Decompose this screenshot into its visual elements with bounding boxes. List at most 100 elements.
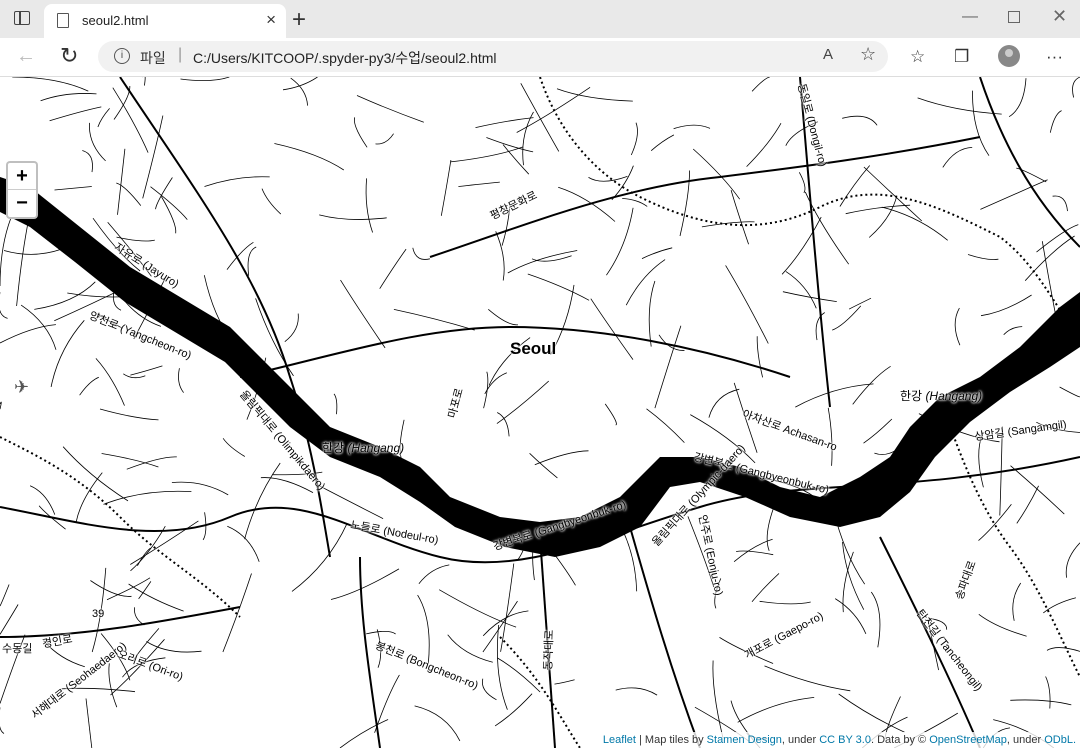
minor-road bbox=[751, 77, 770, 92]
close-window-button[interactable]: ✕ bbox=[1052, 6, 1067, 27]
back-arrow-icon[interactable]: ← bbox=[16, 45, 36, 68]
stamen-link[interactable]: Stamen Design bbox=[707, 734, 782, 746]
minor-road bbox=[1003, 326, 1023, 335]
minor-road bbox=[766, 505, 775, 551]
minor-road bbox=[795, 383, 874, 408]
minor-road bbox=[692, 148, 741, 200]
major-road bbox=[979, 77, 1080, 248]
minor-road bbox=[50, 320, 85, 387]
info-icon[interactable]: i bbox=[114, 48, 130, 64]
minor-road bbox=[972, 90, 990, 156]
minor-road bbox=[832, 305, 862, 331]
minor-road bbox=[85, 698, 93, 748]
odbl-link[interactable]: ODbL. bbox=[1044, 734, 1076, 746]
address-scheme: 파일 bbox=[140, 50, 166, 66]
minor-road bbox=[839, 165, 871, 207]
minor-road bbox=[1045, 676, 1051, 709]
tab-close-button[interactable]: × bbox=[266, 10, 276, 30]
minor-road bbox=[365, 178, 373, 233]
osm-link[interactable]: OpenStreetMap bbox=[929, 734, 1007, 746]
minor-road bbox=[482, 600, 518, 653]
minor-road bbox=[108, 663, 118, 708]
minor-road bbox=[284, 313, 299, 343]
minor-road bbox=[481, 678, 497, 701]
minor-road bbox=[1065, 542, 1080, 578]
minor-road bbox=[534, 450, 589, 466]
minor-road bbox=[733, 538, 773, 563]
browser-tab[interactable]: seoul2.html × bbox=[44, 4, 286, 38]
collections-icon[interactable]: ❐ bbox=[954, 47, 969, 67]
minor-road bbox=[625, 259, 666, 306]
minor-road bbox=[450, 146, 524, 163]
add-favorite-icon[interactable]: ☆ bbox=[860, 44, 876, 65]
refresh-icon[interactable]: ↻ bbox=[60, 43, 78, 69]
minor-road bbox=[531, 255, 572, 262]
minor-road bbox=[1072, 77, 1080, 98]
minimize-button[interactable]: — bbox=[962, 8, 978, 26]
minor-road bbox=[527, 273, 590, 301]
minor-road bbox=[1016, 485, 1039, 524]
minor-road bbox=[1046, 647, 1080, 652]
han-river bbox=[0, 177, 1080, 557]
favorites-icon[interactable]: ☆ bbox=[910, 47, 925, 67]
minor-road bbox=[736, 550, 774, 556]
minor-road bbox=[475, 117, 534, 128]
zoom-in-button[interactable]: + bbox=[8, 163, 36, 190]
minor-road bbox=[842, 551, 854, 613]
minor-road bbox=[222, 438, 246, 457]
minor-road bbox=[274, 143, 345, 171]
minor-road bbox=[3, 248, 62, 255]
minor-road bbox=[130, 526, 166, 572]
profile-avatar[interactable] bbox=[998, 45, 1020, 67]
minor-road bbox=[650, 134, 675, 152]
ccby-link[interactable]: CC BY 3.0 bbox=[819, 734, 871, 746]
attribution-text: , under bbox=[1006, 734, 1045, 746]
minor-road bbox=[40, 93, 97, 102]
minor-road bbox=[375, 133, 394, 145]
minor-road bbox=[247, 246, 257, 276]
minor-road bbox=[126, 456, 177, 470]
minor-road bbox=[412, 247, 430, 260]
more-menu-icon[interactable]: ··· bbox=[1046, 47, 1063, 67]
minor-road bbox=[418, 564, 450, 585]
address-url[interactable]: C:/Users/KITCOOP/.spyder-py3/수업/seoul2.h… bbox=[193, 48, 497, 68]
minor-road bbox=[150, 186, 188, 220]
leaflet-link[interactable]: Leaflet bbox=[603, 734, 636, 746]
minor-road bbox=[751, 573, 780, 603]
minor-road bbox=[785, 271, 817, 309]
minor-road bbox=[500, 563, 515, 652]
minor-road bbox=[117, 148, 126, 215]
minor-road bbox=[366, 630, 396, 635]
minor-road bbox=[16, 219, 29, 307]
browser-toolbar: ← ↻ i 파일 | C:/Users/KITCOOP/.spyder-py3/… bbox=[0, 38, 1080, 77]
minor-road bbox=[641, 247, 673, 259]
minor-road bbox=[101, 453, 159, 468]
city-label-seoul: Seoul bbox=[510, 339, 557, 358]
minor-road bbox=[204, 176, 270, 187]
minor-road bbox=[588, 176, 628, 182]
minor-road bbox=[1010, 699, 1072, 706]
minor-road bbox=[340, 279, 386, 349]
minor-road bbox=[494, 693, 533, 727]
minor-road bbox=[646, 408, 685, 443]
read-aloud-icon[interactable]: A bbox=[823, 46, 833, 63]
minor-road bbox=[12, 77, 89, 92]
minor-road bbox=[648, 280, 656, 347]
map-container[interactable]: + − ✈ Seoul 한강 (Hangang) 한강 (Hangang) 자유… bbox=[0, 77, 1080, 748]
minor-road bbox=[438, 589, 517, 628]
minor-road bbox=[95, 358, 125, 406]
minor-road bbox=[520, 83, 560, 152]
minor-road bbox=[222, 573, 252, 653]
document-icon bbox=[57, 13, 69, 28]
tab-actions-icon[interactable] bbox=[14, 11, 30, 25]
minor-road bbox=[89, 122, 106, 162]
maximize-button[interactable] bbox=[1008, 11, 1020, 23]
minor-road bbox=[171, 481, 229, 496]
new-tab-button[interactable]: + bbox=[292, 6, 306, 34]
minor-road bbox=[838, 693, 905, 733]
minor-road bbox=[261, 188, 282, 215]
address-bar[interactable]: i 파일 | C:/Users/KITCOOP/.spyder-py3/수업/s… bbox=[98, 41, 888, 72]
minor-road bbox=[393, 309, 475, 331]
zoom-out-button[interactable]: − bbox=[8, 190, 36, 216]
minor-road bbox=[842, 115, 878, 126]
